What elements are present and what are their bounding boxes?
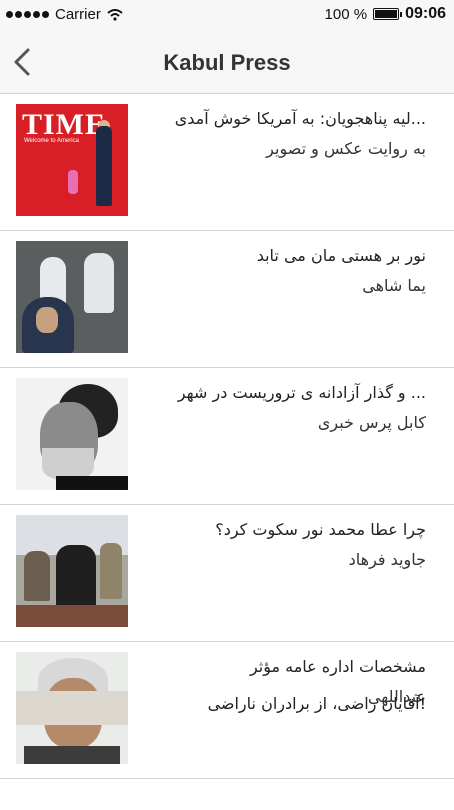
article-thumbnail [16,515,128,627]
wifi-icon [107,8,123,21]
status-right: 100 % 09:06 [325,5,446,23]
article-subtitle: جاوید فرهاد [348,550,426,569]
article-title: !آقایان راضی، از برادران ناراضی [207,694,426,713]
page-title: Kabul Press [163,50,291,75]
article-row-partial[interactable]: !آقایان راضی، از برادران ناراضی [0,685,454,725]
article-row[interactable]: TIME Welcome to America ...لیه پناهجویان… [0,94,454,231]
article-title: چرا عطا محمد نور سکوت کرد؟ [215,520,426,539]
article-title: نور بر هستی مان می تابد [256,246,426,265]
signal-icon [6,11,49,18]
battery-icon [373,8,403,20]
article-list: TIME Welcome to America ...لیه پناهجویان… [0,94,454,779]
article-title: ...لیه پناهجویان: به آمریکا خوش آمدی [174,109,426,128]
article-title: مشخصات اداره عامه مؤثر [249,657,426,676]
status-time: 09:06 [405,5,446,22]
article-row[interactable]: نور بر هستی مان می تابد یما شاهی [0,231,454,368]
status-bar: Carrier 100 % 09:06 [0,0,454,30]
article-thumbnail [16,378,128,490]
article-thumbnail: TIME Welcome to America [16,104,128,216]
article-subtitle: به روایت عکس و تصویر [266,139,426,158]
status-left: Carrier [6,6,123,23]
article-title: ... و گذار آزادانه ی تروریست در شهر [177,383,426,402]
article-subtitle: کابل پرس خبری [317,413,426,432]
article-row[interactable]: چرا عطا محمد نور سکوت کرد؟ جاوید فرهاد [0,505,454,642]
article-thumbnail [16,691,128,725]
article-row[interactable]: ... و گذار آزادانه ی تروریست در شهر کابل… [0,368,454,505]
article-thumbnail [16,241,128,353]
carrier-label: Carrier [55,6,101,23]
battery-percent: 100 % [324,5,368,23]
article-subtitle: یما شاهی [362,276,426,295]
navigation-bar: Kabul Press [0,30,454,94]
